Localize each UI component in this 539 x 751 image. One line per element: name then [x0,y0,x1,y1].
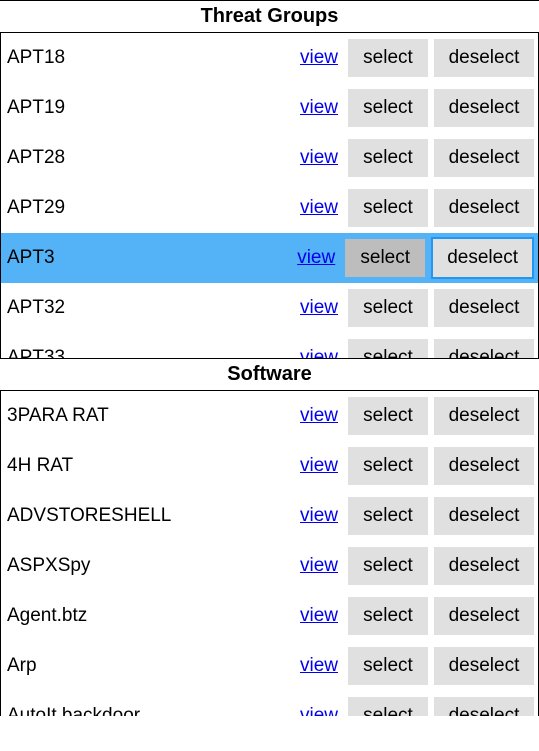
item-name: ADVSTORESHELL [5,505,294,527]
view-link[interactable]: view [300,147,338,169]
item-name: 4H RAT [5,455,294,477]
item-name: 3PARA RAT [5,405,294,427]
list-item[interactable]: Agent.btz view selectdeselect [1,591,538,641]
item-name: APT33 [5,347,294,358]
select-button[interactable]: select [348,447,428,485]
select-button[interactable]: select [348,697,428,716]
view-link[interactable]: view [300,405,338,427]
item-name: APT28 [5,147,294,169]
select-button[interactable]: select [348,39,428,77]
select-button[interactable]: select [348,597,428,635]
list-item[interactable]: ADVSTORESHELL view selectdeselect [1,491,538,541]
deselect-button[interactable]: deselect [431,237,534,279]
select-button[interactable]: select [348,289,428,327]
list-item[interactable]: APT18 view selectdeselect [1,33,538,83]
select-button[interactable]: select [348,547,428,585]
view-link[interactable]: view [300,197,338,219]
item-name: Agent.btz [5,605,294,627]
view-link[interactable]: view [300,347,338,358]
panel-header: Threat Groups [0,0,539,33]
select-button[interactable]: select [348,397,428,435]
select-button[interactable]: select [348,89,428,127]
item-name: APT18 [5,47,294,69]
deselect-button[interactable]: deselect [434,139,534,177]
panel-body[interactable]: 3PARA RATviewselectdeselect4H RATviewsel… [0,391,539,716]
select-button[interactable]: select [348,497,428,535]
select-button[interactable]: select [348,189,428,227]
item-name: Arp [5,655,294,677]
list-item[interactable]: AutoIt backdoor view select deselect [1,691,538,716]
panel-header: Software [0,358,539,391]
deselect-button[interactable]: deselect [434,189,534,227]
item-name: ASPXSpy [5,555,294,577]
deselect-button[interactable]: deselect [434,447,534,485]
list-item[interactable]: APT3 view selectdeselect [1,233,538,283]
deselect-button[interactable]: deselect [434,289,534,327]
deselect-button[interactable]: deselect [434,39,534,77]
view-link[interactable]: view [300,47,338,69]
view-link[interactable]: view [297,247,335,269]
list-item[interactable]: APT19 view selectdeselect [1,83,538,133]
deselect-button[interactable]: deselect [434,597,534,635]
item-name: AutoIt backdoor [5,705,294,716]
list-item[interactable]: APT32 view selectdeselect [1,283,538,333]
deselect-button[interactable]: deselect [434,339,534,358]
deselect-button[interactable]: deselect [434,647,534,685]
view-link[interactable]: view [300,555,338,577]
view-link[interactable]: view [300,505,338,527]
view-link[interactable]: view [300,705,338,716]
view-link[interactable]: view [300,605,338,627]
panel-software: Software3PARA RATviewselectdeselect4H RA… [0,358,539,716]
deselect-button[interactable]: deselect [434,497,534,535]
item-name: APT19 [5,97,294,119]
panel-body[interactable]: APT18viewselectdeselectAPT19viewselectde… [0,33,539,358]
list-item[interactable]: APT28 view selectdeselect [1,133,538,183]
panel-threat-groups: Threat GroupsAPT18viewselectdeselectAPT1… [0,0,539,358]
select-button[interactable]: select [348,339,428,358]
deselect-button[interactable]: deselect [434,89,534,127]
list-item[interactable]: 4H RAT view selectdeselect [1,441,538,491]
deselect-button[interactable]: deselect [434,397,534,435]
list-item[interactable]: APT29 view selectdeselect [1,183,538,233]
select-button[interactable]: select [348,647,428,685]
list-item[interactable]: APT33 view select deselect [1,333,538,358]
select-button[interactable]: select [348,139,428,177]
list-item[interactable]: 3PARA RAT view selectdeselect [1,391,538,441]
item-name: APT29 [5,197,294,219]
list-item[interactable]: ASPXSpy view selectdeselect [1,541,538,591]
view-link[interactable]: view [300,655,338,677]
deselect-button[interactable]: deselect [434,697,534,716]
view-link[interactable]: view [300,97,338,119]
item-name: APT3 [5,247,291,269]
item-name: APT32 [5,297,294,319]
deselect-button[interactable]: deselect [434,547,534,585]
list-item[interactable]: Arpview selectdeselect [1,641,538,691]
view-link[interactable]: view [300,297,338,319]
select-button[interactable]: select [345,239,425,277]
view-link[interactable]: view [300,455,338,477]
